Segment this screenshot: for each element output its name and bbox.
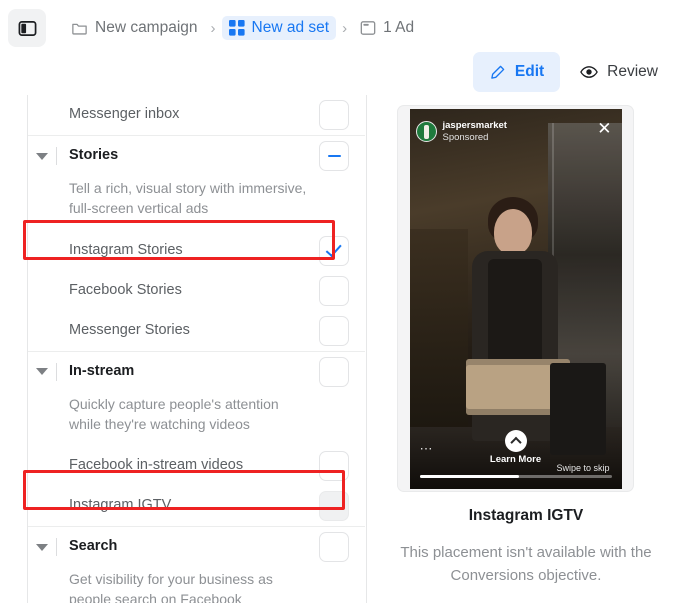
placement-label: Messenger inbox — [69, 106, 180, 123]
chevron-up-icon[interactable] — [504, 429, 527, 452]
story-brand-block: jaspersmarket Sponsored — [443, 120, 507, 144]
placement-checkbox-instagram-stories[interactable] — [319, 235, 349, 266]
pencil-icon — [491, 65, 505, 79]
placement-group-in-stream[interactable]: In-stream — [28, 352, 365, 392]
story-progress-bar — [419, 474, 612, 478]
breadcrumb-separator-2: › — [342, 19, 348, 37]
placement-item-facebook-stories[interactable]: Facebook Stories — [28, 271, 365, 311]
placement-item-messenger-inbox[interactable]: Messenger inbox — [28, 95, 365, 135]
breadcrumb: New campaign › New ad set › 1 Ad — [0, 7, 421, 49]
placements-panel[interactable]: Messenger inbox Stories Tell a rich, vis… — [27, 95, 365, 603]
story-header: jaspersmarket Sponsored ✕ — [415, 117, 616, 147]
story-swipe-label: Swipe to skip — [556, 462, 610, 473]
group-checkbox-search[interactable] — [319, 532, 349, 563]
placement-item-messenger-stories[interactable]: Messenger Stories — [28, 311, 365, 351]
story-cta-label: Learn More — [489, 453, 542, 465]
group-rule — [56, 538, 57, 557]
group-description-stories: Tell a rich, visual story with immersive… — [69, 180, 307, 217]
indeterminate-icon — [327, 154, 341, 158]
breadcrumb-item-campaign[interactable]: New campaign — [64, 16, 205, 40]
close-icon[interactable]: ✕ — [597, 120, 611, 137]
placement-checkbox-facebook-in-stream-videos[interactable] — [319, 451, 349, 482]
ad-card-icon — [360, 21, 376, 35]
preview-unavailable-note: This placement isn't available with the … — [400, 544, 652, 585]
scene-person-head — [493, 208, 532, 255]
group-rule — [56, 362, 57, 381]
group-description-search: Get visibility for your business as peop… — [69, 571, 273, 603]
story-brand-name: jaspersmarket — [442, 119, 507, 131]
avatar[interactable] — [415, 121, 437, 142]
story-preview[interactable]: jaspersmarket Sponsored ✕ ⋯ Learn More S… — [409, 108, 622, 489]
review-button-label: Review — [607, 63, 658, 80]
eye-icon — [580, 66, 599, 78]
group-description-in-stream: Quickly capture people's attention while… — [69, 395, 279, 432]
review-button[interactable]: Review — [564, 52, 674, 92]
placement-label: Facebook in-stream videos — [69, 457, 244, 474]
story-sponsored-label: Sponsored — [442, 131, 489, 143]
placement-checkbox-instagram-igtv[interactable] — [319, 491, 349, 522]
ad-preview-panel: jaspersmarket Sponsored ✕ ⋯ Learn More S… — [366, 95, 684, 603]
breadcrumb-label-ad: 1 Ad — [383, 19, 415, 36]
main-content: Messenger inbox Stories Tell a rich, vis… — [0, 95, 684, 603]
panel-toggle-icon[interactable] — [8, 9, 46, 47]
placement-checkbox-facebook-stories[interactable] — [319, 275, 349, 306]
check-icon — [325, 240, 342, 257]
breadcrumb-item-ad-set[interactable]: New ad set — [221, 16, 337, 40]
chevron-down-icon[interactable] — [36, 543, 48, 551]
chevron-down-icon[interactable] — [36, 368, 48, 376]
group-label: In-stream — [69, 362, 135, 379]
grid-icon — [228, 20, 245, 36]
action-buttons: Edit Review — [472, 52, 674, 92]
edit-button[interactable]: Edit — [472, 52, 561, 92]
story-cta[interactable]: Learn More — [410, 429, 622, 465]
panel-toggle-glyph — [18, 20, 36, 36]
breadcrumb-label-campaign: New campaign — [95, 19, 198, 36]
placement-label: Messenger Stories — [69, 321, 190, 338]
placement-group-stories[interactable]: Stories — [28, 136, 365, 176]
edit-button-label: Edit — [514, 63, 545, 80]
placement-label: Instagram Stories — [69, 241, 183, 258]
breadcrumb-item-ad[interactable]: 1 Ad — [353, 16, 421, 40]
placement-group-search[interactable]: Search — [28, 527, 365, 567]
placement-label: Instagram IGTV — [69, 497, 172, 514]
placement-checkbox[interactable] — [319, 100, 349, 130]
breadcrumb-label-ad-set: New ad set — [251, 19, 330, 36]
folder-icon — [72, 23, 87, 35]
group-checkbox-in-stream[interactable] — [319, 356, 349, 387]
breadcrumb-separator-1: › — [210, 19, 216, 37]
placement-label: Facebook Stories — [69, 281, 182, 298]
group-rule — [56, 147, 57, 165]
placement-item-facebook-in-stream-videos[interactable]: Facebook in-stream videos — [28, 446, 365, 486]
top-bar: New campaign › New ad set › 1 Ad Edit Re… — [0, 0, 684, 95]
chevron-down-icon[interactable] — [36, 152, 48, 160]
scene-shelf — [409, 228, 468, 429]
group-label: Stories — [69, 147, 119, 164]
phone-frame: jaspersmarket Sponsored ✕ ⋯ Learn More S… — [398, 106, 633, 491]
group-checkbox-stories[interactable] — [319, 141, 349, 171]
placement-item-instagram-stories[interactable]: Instagram Stories — [28, 231, 365, 271]
placement-item-instagram-igtv[interactable]: Instagram IGTV — [28, 486, 365, 526]
preview-title: Instagram IGTV — [468, 507, 584, 524]
placement-checkbox-messenger-stories[interactable] — [319, 315, 349, 346]
group-label: Search — [69, 538, 118, 555]
